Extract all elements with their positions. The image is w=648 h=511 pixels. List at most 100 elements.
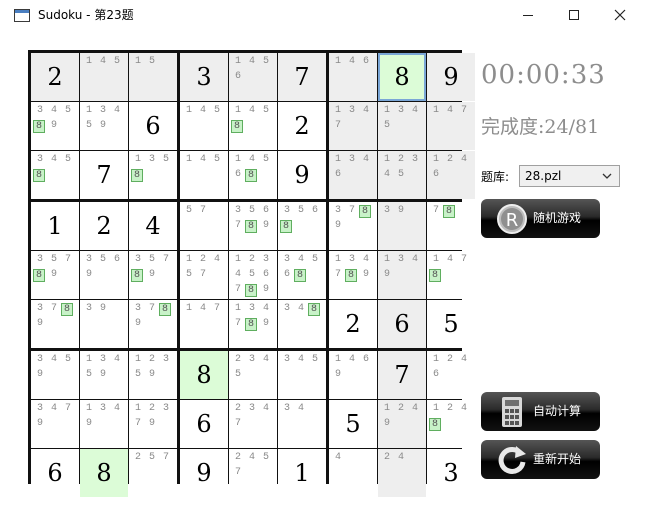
sudoku-cell[interactable]: 345 <box>278 351 326 399</box>
sudoku-cell[interactable]: 1 <box>31 202 79 250</box>
sudoku-cell[interactable]: 6 <box>31 449 79 497</box>
candidate-list: 378 9 <box>33 302 79 332</box>
sudoku-cell[interactable]: 146 9 <box>329 351 377 399</box>
sudoku-cell[interactable]: 234 7 <box>229 400 277 448</box>
sudoku-cell[interactable]: 357 89 <box>31 251 79 299</box>
sudoku-cell[interactable]: 123 45 <box>378 151 426 199</box>
sudoku-cell[interactable]: 357 89 <box>129 251 177 299</box>
sudoku-cell[interactable]: 147 8 <box>427 251 475 299</box>
sudoku-cell[interactable]: 123 79 <box>129 400 177 448</box>
sudoku-cell[interactable]: 4 <box>329 449 377 497</box>
sudoku-cell[interactable]: 134 59 <box>80 102 128 150</box>
sudoku-cell[interactable]: 146 <box>329 53 377 101</box>
sudoku-cell[interactable]: 378 9 <box>31 300 79 348</box>
sudoku-cell[interactable]: 145 <box>180 151 228 199</box>
sudoku-cell[interactable]: 234 5 <box>229 351 277 399</box>
sudoku-cell[interactable]: 57 <box>180 202 228 250</box>
sudoku-cell[interactable]: 245 7 <box>229 449 277 497</box>
sudoku-cell[interactable]: 345 89 <box>31 102 79 150</box>
sudoku-cell[interactable]: 124 9 <box>378 400 426 448</box>
sudoku-cell[interactable]: 7 <box>278 53 326 101</box>
sudoku-cell[interactable]: 7 <box>378 351 426 399</box>
sudoku-cell[interactable]: 8 <box>180 351 228 399</box>
sudoku-cell[interactable]: 378 9 <box>329 202 377 250</box>
sudoku-cell[interactable]: 356 9 <box>80 251 128 299</box>
candidate-list: 134 9 <box>380 253 426 283</box>
candidate-digit: 5 <box>148 254 155 265</box>
sudoku-cell[interactable]: 9 <box>278 151 326 199</box>
auto-calc-button[interactable]: 自动计算 <box>481 392 600 431</box>
sudoku-cell[interactable]: 78 <box>427 202 475 250</box>
sudoku-cell[interactable]: 345 8 <box>31 151 79 199</box>
sudoku-cell[interactable]: 134 9 <box>378 251 426 299</box>
sudoku-cell[interactable]: 7 <box>80 151 128 199</box>
sudoku-cell[interactable]: 134 789 <box>229 300 277 348</box>
sudoku-cell[interactable]: 145 <box>180 102 228 150</box>
sudoku-cell[interactable]: 345 68 <box>278 251 326 299</box>
sudoku-cell[interactable]: 123 456 789 <box>229 251 277 299</box>
sudoku-cell[interactable]: 6 <box>378 300 426 348</box>
library-select[interactable]: 28.pzl <box>519 165 620 187</box>
timer: 00:00:33 <box>481 60 606 90</box>
sudoku-cell[interactable]: 257 <box>129 449 177 497</box>
candidate-digit: 1 <box>85 403 92 414</box>
restart-button[interactable]: 重新开始 <box>481 440 600 479</box>
random-game-button[interactable]: R 随机游戏 <box>481 199 600 238</box>
sudoku-cell[interactable]: 145 6 <box>229 53 277 101</box>
sudoku-cell[interactable]: 145 <box>80 53 128 101</box>
sudoku-cell[interactable]: 348 <box>278 300 326 348</box>
candidate-digit: 1 <box>85 56 92 67</box>
sudoku-cell[interactable]: 39 <box>80 300 128 348</box>
sudoku-cell[interactable]: 8 <box>80 449 128 497</box>
sudoku-cell[interactable]: 6 <box>129 102 177 150</box>
sudoku-cell[interactable]: 134 5 <box>378 102 426 150</box>
sudoku-cell[interactable]: 356 789 <box>229 202 277 250</box>
candidate-list: 123 456 789 <box>231 253 277 298</box>
sudoku-cell[interactable]: 147 <box>180 300 228 348</box>
sudoku-cell[interactable]: 134 59 <box>80 351 128 399</box>
sudoku-cell[interactable]: 378 9 <box>129 300 177 348</box>
sudoku-cell[interactable]: 356 8 <box>278 202 326 250</box>
sudoku-cell[interactable]: 2 <box>329 300 377 348</box>
sudoku-cell[interactable]: 5 <box>427 300 475 348</box>
sudoku-cell[interactable]: 3 <box>180 53 228 101</box>
sudoku-cell[interactable]: 9 <box>427 53 475 101</box>
sudoku-cell[interactable]: 2 <box>278 102 326 150</box>
sudoku-cell[interactable]: 135 8 <box>129 151 177 199</box>
sudoku-cell[interactable]: 39 <box>378 202 426 250</box>
candidate-digit: 4 <box>262 303 269 314</box>
candidate-list: 378 9 <box>331 204 377 234</box>
sudoku-cell[interactable]: 2 <box>31 53 79 101</box>
candidate-digit: 2 <box>397 403 404 414</box>
sudoku-cell[interactable]: 134 6 <box>329 151 377 199</box>
sudoku-cell[interactable]: 6 <box>180 400 228 448</box>
sudoku-cell[interactable]: 4 <box>129 202 177 250</box>
sudoku-cell[interactable]: 124 8 <box>427 400 475 448</box>
sudoku-cell[interactable]: 8 <box>378 53 426 101</box>
sudoku-cell[interactable]: 124 57 <box>180 251 228 299</box>
sudoku-cell[interactable]: 15 <box>129 53 177 101</box>
close-button[interactable] <box>597 0 643 31</box>
sudoku-cell[interactable]: 134 9 <box>80 400 128 448</box>
candidate-digit: 4 <box>362 154 369 165</box>
sudoku-cell[interactable]: 134 789 <box>329 251 377 299</box>
maximize-button[interactable] <box>551 0 597 31</box>
sudoku-cell[interactable]: 2 <box>80 202 128 250</box>
sudoku-cell[interactable]: 5 <box>329 400 377 448</box>
sudoku-cell[interactable]: 134 7 <box>329 102 377 150</box>
candidate-digit: 4 <box>113 354 120 365</box>
sudoku-cell[interactable]: 145 8 <box>229 102 277 150</box>
sudoku-cell[interactable]: 345 9 <box>31 351 79 399</box>
sudoku-cell[interactable]: 1 <box>278 449 326 497</box>
sudoku-cell[interactable]: 147 <box>427 102 475 150</box>
sudoku-cell[interactable]: 9 <box>180 449 228 497</box>
sudoku-cell[interactable]: 124 6 <box>427 351 475 399</box>
minimize-button[interactable] <box>505 0 551 31</box>
sudoku-cell[interactable]: 123 59 <box>129 351 177 399</box>
sudoku-cell[interactable]: 3 <box>427 449 475 497</box>
sudoku-cell[interactable]: 145 68 <box>229 151 277 199</box>
sudoku-cell[interactable]: 347 9 <box>31 400 79 448</box>
sudoku-cell[interactable]: 24 <box>378 449 426 497</box>
sudoku-cell[interactable]: 124 6 <box>427 151 475 199</box>
sudoku-cell[interactable]: 34 <box>278 400 326 448</box>
